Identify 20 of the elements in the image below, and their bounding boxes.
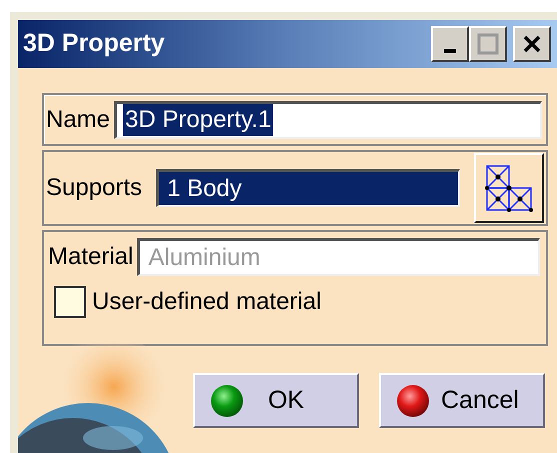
ball-icon bbox=[395, 382, 431, 418]
window-title: 3D Property bbox=[23, 28, 166, 60]
selection-button[interactable] bbox=[474, 153, 544, 223]
maximize-icon bbox=[477, 33, 499, 55]
minimize-icon bbox=[444, 49, 456, 53]
close-icon bbox=[522, 34, 542, 54]
checkbox-label: User-defined material bbox=[92, 287, 322, 317]
text-field[interactable]: 3D Property.1 bbox=[114, 100, 542, 138]
close-button[interactable] bbox=[513, 26, 551, 62]
cancel-button[interactable]: Cancel bbox=[379, 373, 545, 428]
checkbox[interactable] bbox=[54, 286, 86, 318]
field-label: Material bbox=[48, 242, 134, 272]
field-label: Name bbox=[46, 104, 110, 134]
maximize-button[interactable] bbox=[469, 26, 507, 62]
text-field[interactable]: 1 Body bbox=[156, 169, 460, 207]
boxes-icon bbox=[484, 163, 534, 213]
minimize-button[interactable] bbox=[431, 26, 469, 62]
field-label: Supports bbox=[46, 173, 142, 203]
ball-icon bbox=[209, 382, 245, 418]
ok-button[interactable]: OK bbox=[193, 373, 359, 428]
